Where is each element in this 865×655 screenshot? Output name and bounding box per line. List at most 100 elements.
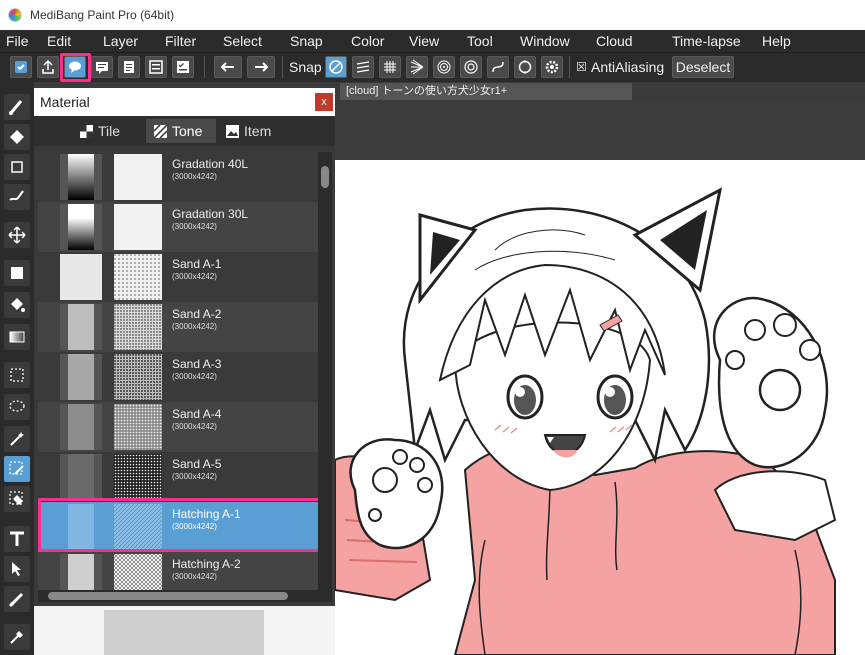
close-button[interactable]: x: [315, 93, 333, 111]
bucket-tool[interactable]: [4, 292, 30, 318]
properties-button[interactable]: [172, 56, 194, 78]
list-item[interactable]: Sand A-5 (3000x4242): [38, 452, 318, 502]
snap-off-button[interactable]: [325, 56, 347, 78]
material-list-scrollbar[interactable]: [318, 152, 332, 590]
curve-snap-button[interactable]: [487, 56, 509, 78]
menu-filter[interactable]: Filter: [165, 33, 196, 49]
lasso-icon: [9, 400, 25, 412]
material-panel: Material x Tile Tone Item Gradation 40L …: [34, 88, 335, 655]
menu-file[interactable]: File: [6, 33, 29, 49]
toolbar-separator: [569, 56, 570, 78]
undo-button[interactable]: [214, 56, 242, 78]
hscrollbar-thumb[interactable]: [48, 592, 288, 600]
snap-settings-button[interactable]: [541, 56, 563, 78]
list-item[interactable]: Sand A-2 (3000x4242): [38, 302, 318, 352]
eraser-tool[interactable]: [4, 124, 30, 150]
menu-time-lapse[interactable]: Time-lapse: [672, 33, 741, 49]
redo-button[interactable]: [247, 56, 275, 78]
magic-wand-tool[interactable]: [4, 426, 30, 452]
cloud-check-icon: [15, 61, 27, 73]
divide-tool[interactable]: [4, 586, 30, 612]
concentric-circles-icon: [437, 60, 451, 74]
menu-color[interactable]: Color: [351, 33, 384, 49]
list-item[interactable]: Hatching A-2 (3000x4242): [38, 552, 318, 590]
blur-tool[interactable]: [4, 184, 30, 210]
menu-layer[interactable]: Layer: [103, 33, 138, 49]
export-button[interactable]: [37, 56, 59, 78]
lasso-tool[interactable]: [4, 394, 30, 420]
brush-tool[interactable]: [4, 94, 30, 120]
fill-rect-tool[interactable]: [4, 260, 30, 286]
smudge-icon: [9, 190, 24, 201]
material-preview: [34, 606, 335, 655]
curve-icon: [492, 61, 504, 73]
image-icon: [226, 125, 239, 138]
radial-snap-button[interactable]: [406, 56, 428, 78]
antialias-label[interactable]: AntiAliasing: [591, 59, 664, 75]
list-icon: [149, 60, 163, 74]
redo-icon: [255, 62, 269, 72]
pen-icon: [8, 592, 24, 608]
menu-edit[interactable]: Edit: [47, 33, 71, 49]
page-manager-button[interactable]: [118, 56, 140, 78]
square-outline-icon: [11, 161, 23, 173]
menu-tool[interactable]: Tool: [467, 33, 493, 49]
gradient-tool[interactable]: [4, 324, 30, 350]
scrollbar-thumb[interactable]: [321, 166, 329, 188]
undo-icon: [220, 62, 234, 72]
circle-snap-button[interactable]: [514, 56, 536, 78]
upload-icon: [42, 59, 54, 74]
material-name: Sand A-3: [172, 357, 222, 371]
material-size: (3000x4242): [172, 272, 217, 281]
canvas-paper[interactable]: [335, 160, 865, 655]
parallel-snap-button[interactable]: [352, 56, 374, 78]
text-tool[interactable]: [4, 526, 30, 552]
brush-icon: [9, 100, 23, 115]
antialias-checkbox[interactable]: ☒: [576, 60, 587, 74]
move-tool[interactable]: [4, 222, 30, 248]
select-pen-tool[interactable]: [4, 456, 30, 482]
material-name: Hatching A-2: [172, 557, 241, 571]
grid-snap-button[interactable]: [379, 56, 401, 78]
menu-window[interactable]: Window: [520, 33, 570, 49]
menu-select[interactable]: Select: [223, 33, 262, 49]
vanishing-point-button[interactable]: [460, 56, 482, 78]
canvas-area[interactable]: [335, 100, 865, 655]
gradient-icon: [9, 331, 25, 343]
sand-preview-thumbnail: [114, 354, 162, 400]
operation-tool[interactable]: [4, 556, 30, 582]
select-tool[interactable]: [4, 362, 30, 388]
parallel-lines-icon: [356, 61, 370, 73]
tab-item[interactable]: Item: [218, 119, 298, 143]
tab-tile-label: Tile: [98, 123, 121, 139]
menu-cloud[interactable]: Cloud: [596, 33, 633, 49]
tab-tone[interactable]: Tone: [146, 119, 216, 143]
select-eraser-tool[interactable]: [4, 486, 30, 512]
selection-eraser-icon: [9, 491, 23, 505]
material-size: (3000x4242): [172, 422, 217, 431]
text-panel-button[interactable]: [91, 56, 113, 78]
list-item[interactable]: Gradation 40L (3000x4242): [38, 152, 318, 202]
tone-thumbnail: [60, 454, 102, 500]
tab-tile[interactable]: Tile: [72, 119, 144, 143]
title-bar: MediBang Paint Pro (64bit): [0, 0, 865, 30]
eyedropper-tool[interactable]: [4, 624, 30, 650]
document-tab[interactable]: [cloud] トーンの使い方犬少女r1+: [340, 83, 632, 100]
tool-palette: [0, 82, 34, 655]
material-list-hscrollbar[interactable]: [38, 590, 332, 602]
cloud-save-button[interactable]: [10, 56, 32, 78]
menu-snap[interactable]: Snap: [290, 33, 323, 49]
material-panel-header[interactable]: Material x: [34, 88, 335, 116]
list-item[interactable]: Gradation 30L (3000x4242): [38, 202, 318, 252]
menu-help[interactable]: Help: [762, 33, 791, 49]
tone-thumbnail: [60, 404, 102, 450]
list-item[interactable]: Sand A-1 (3000x4242): [38, 252, 318, 302]
deselect-button[interactable]: Deselect: [672, 56, 734, 78]
menu-view[interactable]: View: [409, 33, 439, 49]
list-item[interactable]: Sand A-3 (3000x4242): [38, 352, 318, 402]
dot-tool[interactable]: [4, 154, 30, 180]
list-item[interactable]: Sand A-4 (3000x4242): [38, 402, 318, 452]
concentric-snap-button[interactable]: [433, 56, 455, 78]
toolbar: Snap ☒ AntiAliasing Deselect: [0, 52, 865, 82]
layer-list-button[interactable]: [145, 56, 167, 78]
